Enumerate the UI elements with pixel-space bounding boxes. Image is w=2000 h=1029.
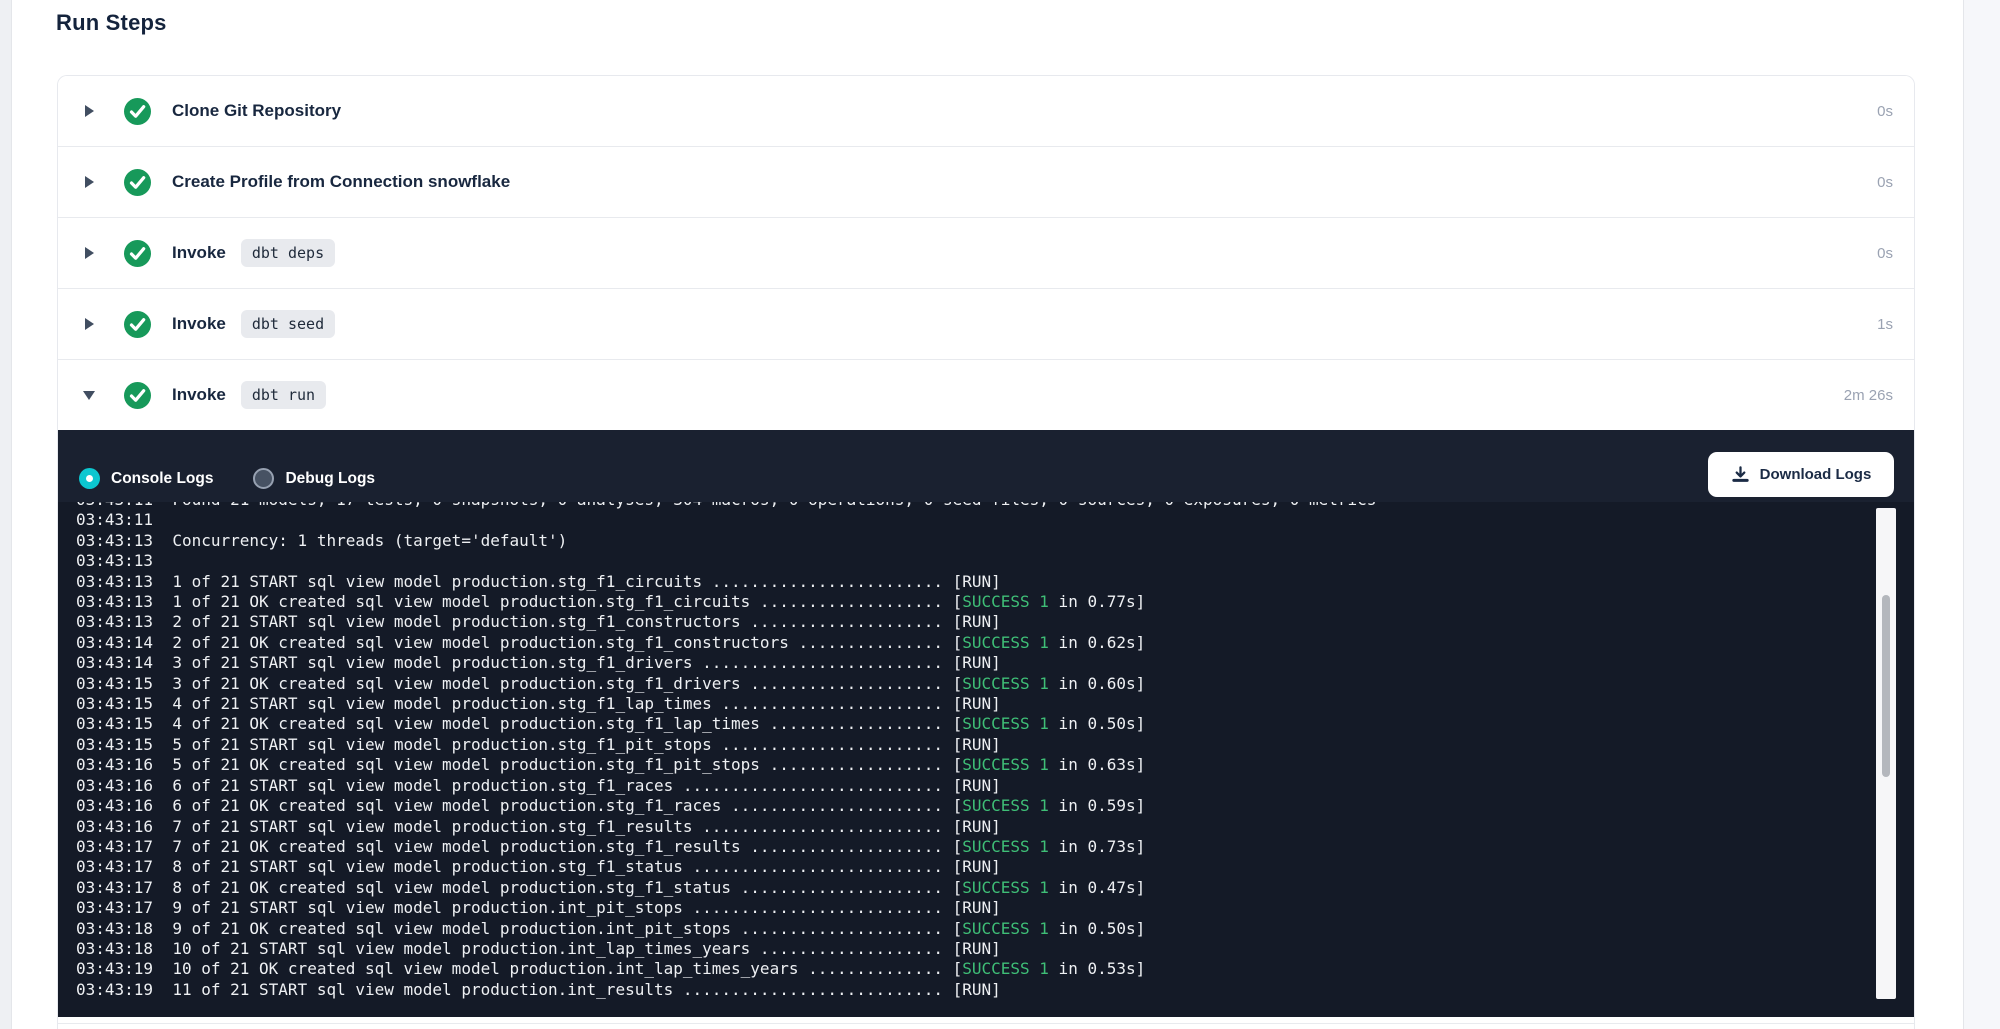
caret-icon[interactable] — [83, 176, 95, 188]
log-line: 03:43:11 — [76, 510, 1914, 530]
log-timestamp: 03:43:17 — [76, 898, 172, 917]
log-timestamp: 03:43:16 — [76, 817, 172, 836]
log-panel: Console Logs Debug Logs Download Logs 03… — [58, 430, 1914, 1017]
log-timestamp: 03:43:16 — [76, 796, 172, 815]
step-duration: 0s — [1877, 103, 1914, 120]
log-line: 03:43:17 8 of 21 START sql view model pr… — [76, 857, 1914, 877]
log-line: 03:43:16 5 of 21 OK created sql view mod… — [76, 755, 1914, 775]
log-line: 03:43:15 4 of 21 OK created sql view mod… — [76, 714, 1914, 734]
log-tabs: Console Logs Debug Logs — [79, 468, 415, 489]
log-timestamp: 03:43:19 — [76, 980, 172, 999]
log-line: 03:43:19 10 of 21 OK created sql view mo… — [76, 959, 1914, 979]
download-logs-button[interactable]: Download Logs — [1708, 452, 1894, 497]
log-timestamp: 03:43:15 — [76, 674, 172, 693]
log-line: 03:43:13 — [76, 551, 1914, 571]
steps-list: Clone Git Repository 0s Create Profile f… — [58, 76, 1914, 430]
step-label: Invoke — [172, 314, 226, 334]
log-timestamp: 03:43:14 — [76, 633, 172, 652]
step-label: Create Profile from Connection snowflake — [172, 172, 510, 192]
step-row[interactable]: Invoke dbt run 2m 26s — [58, 359, 1914, 430]
log-timestamp: 03:43:16 — [76, 776, 172, 795]
run-steps-card: Clone Git Repository 0s Create Profile f… — [57, 75, 1915, 1029]
log-timestamp: 03:43:15 — [76, 714, 172, 733]
log-tab[interactable]: Console Logs — [79, 468, 213, 489]
log-timestamp: 03:43:17 — [76, 857, 172, 876]
log-line: 03:43:13 Concurrency: 1 threads (target=… — [76, 531, 1914, 551]
left-page-gutter — [0, 0, 12, 1029]
success-check-icon — [124, 169, 151, 196]
log-line: 03:43:13 2 of 21 START sql view model pr… — [76, 612, 1914, 632]
log-line: 03:43:16 7 of 21 START sql view model pr… — [76, 817, 1914, 837]
step-label: Clone Git Repository — [172, 101, 341, 121]
log-line: 03:43:16 6 of 21 OK created sql view mod… — [76, 796, 1914, 816]
log-line: 03:43:16 6 of 21 START sql view model pr… — [76, 776, 1914, 796]
caret-icon[interactable] — [83, 389, 95, 401]
step-command-badge: dbt run — [241, 381, 326, 409]
log-line: 03:43:15 3 of 21 OK created sql view mod… — [76, 674, 1914, 694]
step-label: Invoke — [172, 385, 226, 405]
log-timestamp: 03:43:16 — [76, 755, 172, 774]
success-check-icon — [124, 98, 151, 125]
caret-icon[interactable] — [83, 247, 95, 259]
step-row[interactable]: Clone Git Repository 0s — [58, 76, 1914, 146]
log-timestamp: 03:43:11 — [76, 510, 172, 529]
log-timestamp: 03:43:13 — [76, 531, 172, 550]
download-icon — [1731, 465, 1750, 484]
next-step-divider — [58, 1023, 1914, 1029]
log-scrollbar-thumb[interactable] — [1882, 595, 1890, 777]
caret-icon[interactable] — [83, 318, 95, 330]
log-line: 03:43:14 3 of 21 START sql view model pr… — [76, 653, 1914, 673]
log-tab-label: Console Logs — [111, 470, 213, 488]
page-title: Run Steps — [56, 10, 167, 36]
download-logs-label: Download Logs — [1760, 466, 1872, 483]
step-command-badge: dbt deps — [241, 239, 335, 267]
log-line: 03:43:11 Found 21 models, 17 tests, 0 sn… — [76, 502, 1914, 510]
step-duration: 0s — [1877, 245, 1914, 262]
step-row[interactable]: Create Profile from Connection snowflake… — [58, 146, 1914, 217]
log-timestamp: 03:43:14 — [76, 653, 172, 672]
log-line: 03:43:13 1 of 21 START sql view model pr… — [76, 572, 1914, 592]
log-line: 03:43:18 10 of 21 START sql view model p… — [76, 939, 1914, 959]
log-timestamp: 03:43:15 — [76, 735, 172, 754]
log-line: 03:43:15 4 of 21 START sql view model pr… — [76, 694, 1914, 714]
log-timestamp: 03:43:11 — [76, 502, 172, 509]
log-timestamp: 03:43:13 — [76, 551, 172, 570]
step-row[interactable]: Invoke dbt deps 0s — [58, 217, 1914, 288]
log-tab[interactable]: Debug Logs — [253, 468, 375, 489]
log-timestamp: 03:43:13 — [76, 592, 172, 611]
step-duration: 0s — [1877, 174, 1914, 191]
log-line: 03:43:17 9 of 21 START sql view model pr… — [76, 898, 1914, 918]
success-check-icon — [124, 382, 151, 409]
success-check-icon — [124, 240, 151, 267]
log-tab-label: Debug Logs — [285, 470, 375, 488]
step-label: Invoke — [172, 243, 226, 263]
step-command-badge: dbt seed — [241, 310, 335, 338]
step-duration: 1s — [1877, 316, 1914, 333]
log-line: 03:43:19 11 of 21 START sql view model p… — [76, 980, 1914, 1000]
log-line: 03:43:17 8 of 21 OK created sql view mod… — [76, 878, 1914, 898]
log-timestamp: 03:43:15 — [76, 694, 172, 713]
log-timestamp: 03:43:13 — [76, 612, 172, 631]
radio-icon[interactable] — [79, 468, 100, 489]
success-check-icon — [124, 311, 151, 338]
log-content: 03:43:11 Found 21 models, 17 tests, 0 sn… — [76, 502, 1914, 1000]
log-line: 03:43:15 5 of 21 START sql view model pr… — [76, 735, 1914, 755]
log-timestamp: 03:43:17 — [76, 878, 172, 897]
log-timestamp: 03:43:18 — [76, 939, 172, 958]
right-page-gutter — [1963, 0, 2000, 1029]
log-line: 03:43:18 9 of 21 OK created sql view mod… — [76, 919, 1914, 939]
radio-icon[interactable] — [253, 468, 274, 489]
log-line: 03:43:17 7 of 21 OK created sql view mod… — [76, 837, 1914, 857]
caret-icon[interactable] — [83, 105, 95, 117]
step-duration: 2m 26s — [1844, 387, 1914, 404]
log-line: 03:43:14 2 of 21 OK created sql view mod… — [76, 633, 1914, 653]
step-row[interactable]: Invoke dbt seed 1s — [58, 288, 1914, 359]
log-line: 03:43:13 1 of 21 OK created sql view mod… — [76, 592, 1914, 612]
log-timestamp: 03:43:19 — [76, 959, 172, 978]
log-timestamp: 03:43:13 — [76, 572, 172, 591]
log-scrollbar-track[interactable] — [1876, 508, 1896, 999]
log-timestamp: 03:43:17 — [76, 837, 172, 856]
log-timestamp: 03:43:18 — [76, 919, 172, 938]
console-log-output[interactable]: 03:43:11 Found 21 models, 17 tests, 0 sn… — [58, 502, 1914, 1017]
